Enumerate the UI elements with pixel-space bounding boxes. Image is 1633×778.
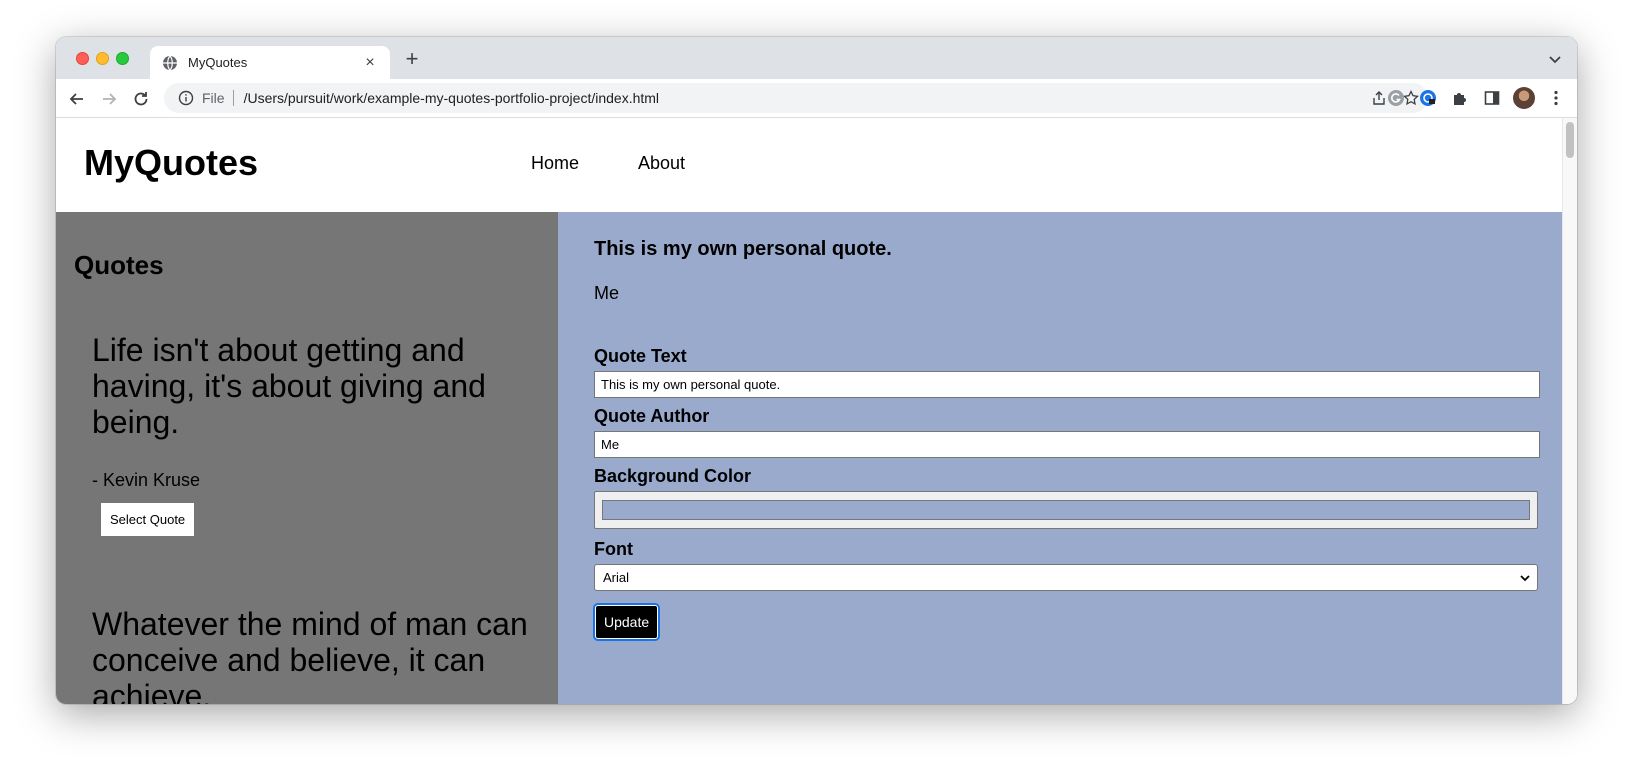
update-button[interactable]: Update [592,603,661,641]
background-color-picker[interactable] [594,491,1538,529]
site-logo: MyQuotes [84,142,259,183]
nav-link-home[interactable]: Home [531,153,579,174]
font-select[interactable]: Arial [594,564,1538,591]
quote-text-label: Quote Text [594,346,687,366]
quote-text: Life isn't about getting and having, it'… [92,332,486,440]
site-header: MyQuotes Home About [56,118,1562,212]
minimize-window-button[interactable] [96,52,109,65]
reload-icon[interactable] [130,88,152,110]
quotes-panel: Quotes Life isn't about getting and havi… [56,212,558,704]
quote-author-label: Quote Author [594,406,710,426]
profile-avatar[interactable] [1513,87,1535,109]
side-panel-icon[interactable] [1481,87,1503,109]
preview-quote-text: This is my own personal quote. [594,238,892,260]
quote-author-input[interactable] [594,431,1540,458]
globe-icon [162,55,178,71]
quote-card: Life isn't about getting and having, it'… [92,332,532,536]
nav-link-about[interactable]: About [638,153,685,174]
info-icon[interactable] [178,90,194,106]
browser-toolbar: File /Users/pursuit/work/example-my-quot… [56,79,1577,118]
quote-card: Whatever the mind of man can conceive an… [92,606,532,704]
back-arrow-icon[interactable] [66,88,88,110]
background-color-label: Background Color [594,466,752,486]
tab-title: MyQuotes [188,55,248,70]
page-viewport: MyQuotes Home About Quotes Life isn't ab… [56,118,1562,704]
browser-tab[interactable]: MyQuotes × [150,46,390,79]
grammarly-extension-icon[interactable] [1385,87,1407,109]
quotes-heading: Quotes [74,250,164,280]
browser-window: MyQuotes × + File /Users/pursuit/work/ex… [56,37,1577,704]
chevron-down-icon [1519,572,1531,584]
page-scrollbar[interactable] [1562,118,1577,704]
quote-text-input[interactable] [594,371,1540,398]
close-tab-icon[interactable]: × [362,54,378,71]
tab-strip: MyQuotes × + [56,37,1577,79]
font-select-value: Arial [603,570,630,585]
url-text[interactable]: /Users/pursuit/work/example-my-quotes-po… [244,90,659,106]
extensions-puzzle-icon[interactable] [1449,87,1471,109]
address-bar[interactable]: File /Users/pursuit/work/example-my-quot… [164,83,1428,113]
preview-quote-author: Me [594,283,620,303]
quote-author: - Kevin Kruse [92,470,201,490]
forward-arrow-icon[interactable] [98,88,120,110]
quote-text: Whatever the mind of man can conceive an… [92,606,528,704]
color-swatch [602,500,1530,520]
tab-search-chevron-icon[interactable] [1547,51,1563,67]
scrollbar-thumb[interactable] [1566,122,1574,158]
kebab-menu-icon[interactable] [1545,87,1567,109]
maximize-window-button[interactable] [116,52,129,65]
password-extension-icon[interactable] [1417,87,1439,109]
quote-editor-panel: This is my own personal quote. Me Quote … [558,212,1562,704]
new-tab-button[interactable]: + [400,48,424,70]
url-scheme-label: File [202,90,234,106]
font-label: Font [594,539,633,559]
close-window-button[interactable] [76,52,89,65]
select-quote-button[interactable]: Select Quote [101,503,195,536]
quote-form: Quote Text Quote Author Background Color… [592,346,1540,641]
